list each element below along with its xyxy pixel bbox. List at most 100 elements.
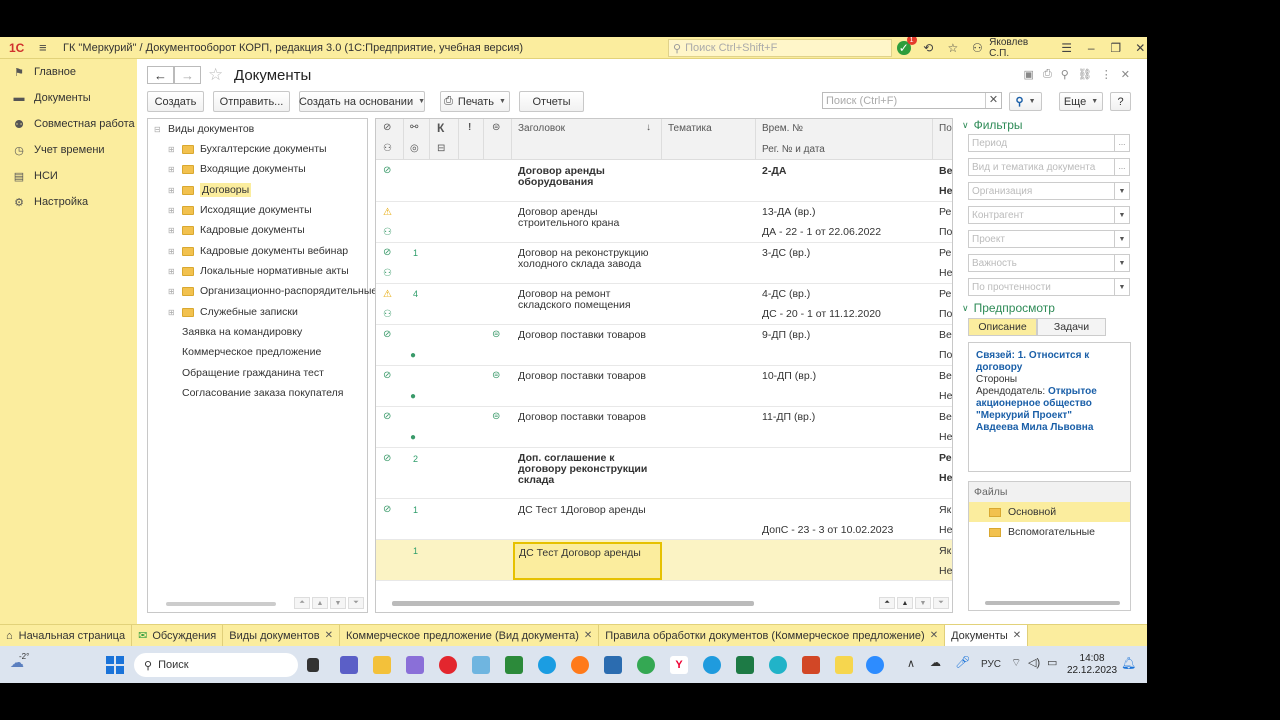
create-button[interactable]: Создать bbox=[147, 91, 204, 112]
table-row[interactable]: ⊘ ● ⊜ Договор поставки товаров 11-ДП (вр… bbox=[376, 407, 952, 448]
col-reg-number[interactable]: Рег. № и дата bbox=[762, 144, 825, 155]
col-topic[interactable]: Тематика bbox=[668, 123, 712, 134]
col-temp-number[interactable]: Врем. № bbox=[762, 123, 803, 134]
create-based-button[interactable]: Создать на основании ▼ bbox=[299, 91, 425, 112]
tree-folder-selected[interactable]: ⊞ Договоры bbox=[168, 180, 252, 200]
filter-period[interactable]: Период… bbox=[968, 134, 1130, 152]
sidebar-item-collaboration[interactable]: ⚉ Совместная работа bbox=[0, 111, 137, 137]
scroll-top-button[interactable]: ⏶ bbox=[294, 597, 310, 609]
attachment-col-icon[interactable]: ⊘ bbox=[383, 122, 391, 133]
more-vertical-icon[interactable]: ⋮ bbox=[1101, 68, 1112, 81]
close-tab-icon[interactable]: ✕ bbox=[930, 630, 938, 641]
tree-item[interactable]: Согласование заказа покупателя bbox=[182, 383, 343, 403]
col-k[interactable]: К bbox=[437, 121, 444, 135]
skype2-icon[interactable] bbox=[769, 656, 787, 674]
tab-description[interactable]: Описание bbox=[968, 318, 1037, 336]
filter-doc-type[interactable]: Вид и тематика документа… bbox=[968, 158, 1130, 176]
table-row[interactable]: ⊘ ● ⊜ Договор поставки товаров 10-ДП (вр… bbox=[376, 366, 952, 407]
links-count[interactable]: Связей: 1. Относится к договору bbox=[976, 350, 1123, 374]
favorite-star-icon[interactable]: ☆ bbox=[208, 65, 223, 85]
history-icon[interactable]: ⟲ bbox=[922, 41, 936, 55]
list-search-input[interactable]: Поиск (Ctrl+F) bbox=[822, 92, 1002, 109]
lang-indicator[interactable]: РУС bbox=[981, 659, 1001, 670]
col-truncated[interactable]: По bbox=[939, 123, 952, 134]
clear-search-icon[interactable]: ✕ bbox=[985, 93, 1001, 108]
battery-icon[interactable]: ▭ bbox=[1047, 656, 1057, 669]
tab-doc-types[interactable]: Виды документов ✕ bbox=[223, 624, 340, 647]
notification-bell-icon[interactable]: 🔔︎ bbox=[1121, 656, 1136, 670]
expand-icon[interactable]: ⊞ bbox=[168, 165, 178, 174]
edge-icon[interactable] bbox=[538, 656, 556, 674]
send-button[interactable]: Отправить... bbox=[213, 91, 290, 112]
file-folder-main[interactable]: Основной bbox=[969, 502, 1130, 522]
scroll-bottom-button[interactable]: ⏷ bbox=[933, 597, 949, 609]
table-row-selected[interactable]: 1 ДС Тест Договор аренды Як Не bbox=[376, 540, 952, 581]
wifi-icon[interactable]: ⌔ bbox=[1011, 656, 1021, 670]
reports-button[interactable]: Отчеты bbox=[519, 91, 584, 112]
sidebar-item-main[interactable]: ⚑ Главное bbox=[0, 59, 137, 85]
tree-item[interactable]: Обращение гражданина тест bbox=[182, 363, 324, 383]
filter-counterparty[interactable]: Контрагент ▼ bbox=[968, 206, 1130, 224]
table-row[interactable]: ⊘ Договор аренды оборудования 2-ДА Ве Не bbox=[376, 161, 952, 202]
table-row[interactable]: ⊘ ● ⊜ Договор поставки товаров 9-ДП (вр.… bbox=[376, 325, 952, 366]
sidebar-item-time[interactable]: ◷ Учет времени bbox=[0, 137, 137, 163]
tab-documents[interactable]: Документы ✕ bbox=[945, 624, 1029, 647]
filter-read-status[interactable]: По прочтенности ▼ bbox=[968, 278, 1130, 296]
search-button[interactable]: ⚲ ▼ bbox=[1009, 92, 1042, 111]
tab-commercial-offer[interactable]: Коммерческое предложение (Вид документа)… bbox=[340, 624, 600, 647]
opera-icon[interactable] bbox=[439, 656, 457, 674]
yandex-icon[interactable]: Y bbox=[670, 656, 688, 674]
expand-icon[interactable]: ⊞ bbox=[168, 287, 178, 296]
maximize-icon[interactable]: ❐ bbox=[1109, 41, 1123, 55]
firefox-icon[interactable] bbox=[571, 656, 589, 674]
expand-icon[interactable]: ⊞ bbox=[168, 267, 178, 276]
minimize-icon[interactable]: – bbox=[1084, 41, 1098, 55]
table-row[interactable]: ⊘ 1 ДС Тест 1Договор аренды ДопС - 23 - … bbox=[376, 499, 952, 540]
scroll-top-button[interactable]: ⏶ bbox=[879, 597, 895, 609]
zoom-icon[interactable] bbox=[866, 656, 884, 674]
table-row[interactable]: ⚠ ⚇ Договор аренды строительного крана 1… bbox=[376, 202, 952, 243]
close-tab-icon[interactable]: ✕ bbox=[1013, 630, 1021, 641]
tree-folder[interactable]: ⊞ Входящие документы bbox=[168, 159, 306, 179]
link-icon[interactable]: ⛓ bbox=[1078, 68, 1092, 81]
preview-icon[interactable]: ⚲ bbox=[1061, 68, 1069, 81]
file-folder-aux[interactable]: Вспомогательные bbox=[969, 522, 1130, 542]
table-row[interactable]: ⊘ 2 Доп. соглашение к договору реконстру… bbox=[376, 448, 952, 499]
filters-header[interactable]: ∨ Фильтры bbox=[962, 118, 1023, 132]
tree-item[interactable]: Коммерческое предложение bbox=[182, 342, 321, 362]
scroll-bottom-button[interactable]: ⏷ bbox=[348, 597, 364, 609]
sidebar-item-settings[interactable]: ⚙ Настройка bbox=[0, 189, 137, 215]
tab-discussions[interactable]: ✉ Обсуждения bbox=[132, 624, 224, 647]
scroll-up-button[interactable]: ▲ bbox=[897, 597, 913, 609]
filter-project[interactable]: Проект ▼ bbox=[968, 230, 1130, 248]
sidebar-item-documents[interactable]: ▬ Документы bbox=[0, 85, 137, 111]
print-icon[interactable]: ⎙ bbox=[1043, 68, 1052, 81]
close-tab-icon[interactable]: ✕ bbox=[584, 630, 592, 641]
forward-button[interactable]: → bbox=[174, 66, 201, 84]
filter-organization[interactable]: Организация ▼ bbox=[968, 182, 1130, 200]
tab-processing-rules[interactable]: Правила обработки документов (Коммерческ… bbox=[599, 624, 946, 647]
filter-importance[interactable]: Важность ▼ bbox=[968, 254, 1130, 272]
tab-tasks[interactable]: Задачи bbox=[1037, 318, 1106, 336]
tree-folder[interactable]: ⊞ Кадровые документы вебинар bbox=[168, 241, 348, 261]
col-title[interactable]: Заголовок bbox=[518, 123, 565, 134]
close-page-icon[interactable]: ✕ bbox=[1121, 68, 1130, 81]
person-link[interactable]: Авдеева Мила Львовна bbox=[976, 422, 1123, 434]
tree-scrollbar[interactable] bbox=[166, 602, 276, 606]
tree-folder[interactable]: ⊞ Исходящие документы bbox=[168, 200, 312, 220]
tab-home[interactable]: ⌂ Начальная страница bbox=[0, 624, 133, 647]
sidebar-item-nsi[interactable]: ▤ НСИ bbox=[0, 163, 137, 189]
selected-cell[interactable]: ДС Тест Договор аренды bbox=[513, 542, 662, 580]
save-icon[interactable]: ▣ bbox=[1024, 68, 1034, 81]
more-button[interactable]: Еще ▼ bbox=[1059, 92, 1103, 111]
table-row[interactable]: ⚠ ⚇ 4 Договор на ремонт складского помещ… bbox=[376, 284, 952, 325]
1c-icon[interactable] bbox=[835, 656, 853, 674]
files-scrollbar[interactable] bbox=[985, 601, 1120, 605]
xbox-icon[interactable] bbox=[505, 656, 523, 674]
global-search-input[interactable]: ⚲ Поиск Ctrl+Shift+F bbox=[668, 39, 892, 57]
scroll-up-button[interactable]: ▲ bbox=[312, 597, 328, 609]
tree-folder[interactable]: ⊞ Служебные записки bbox=[168, 302, 298, 322]
hierarchy-col-icon[interactable]: ⚯ bbox=[410, 122, 418, 133]
taskbar-clock[interactable]: 14:08 22.12.2023 bbox=[1067, 653, 1117, 677]
start-icon[interactable] bbox=[106, 656, 124, 674]
